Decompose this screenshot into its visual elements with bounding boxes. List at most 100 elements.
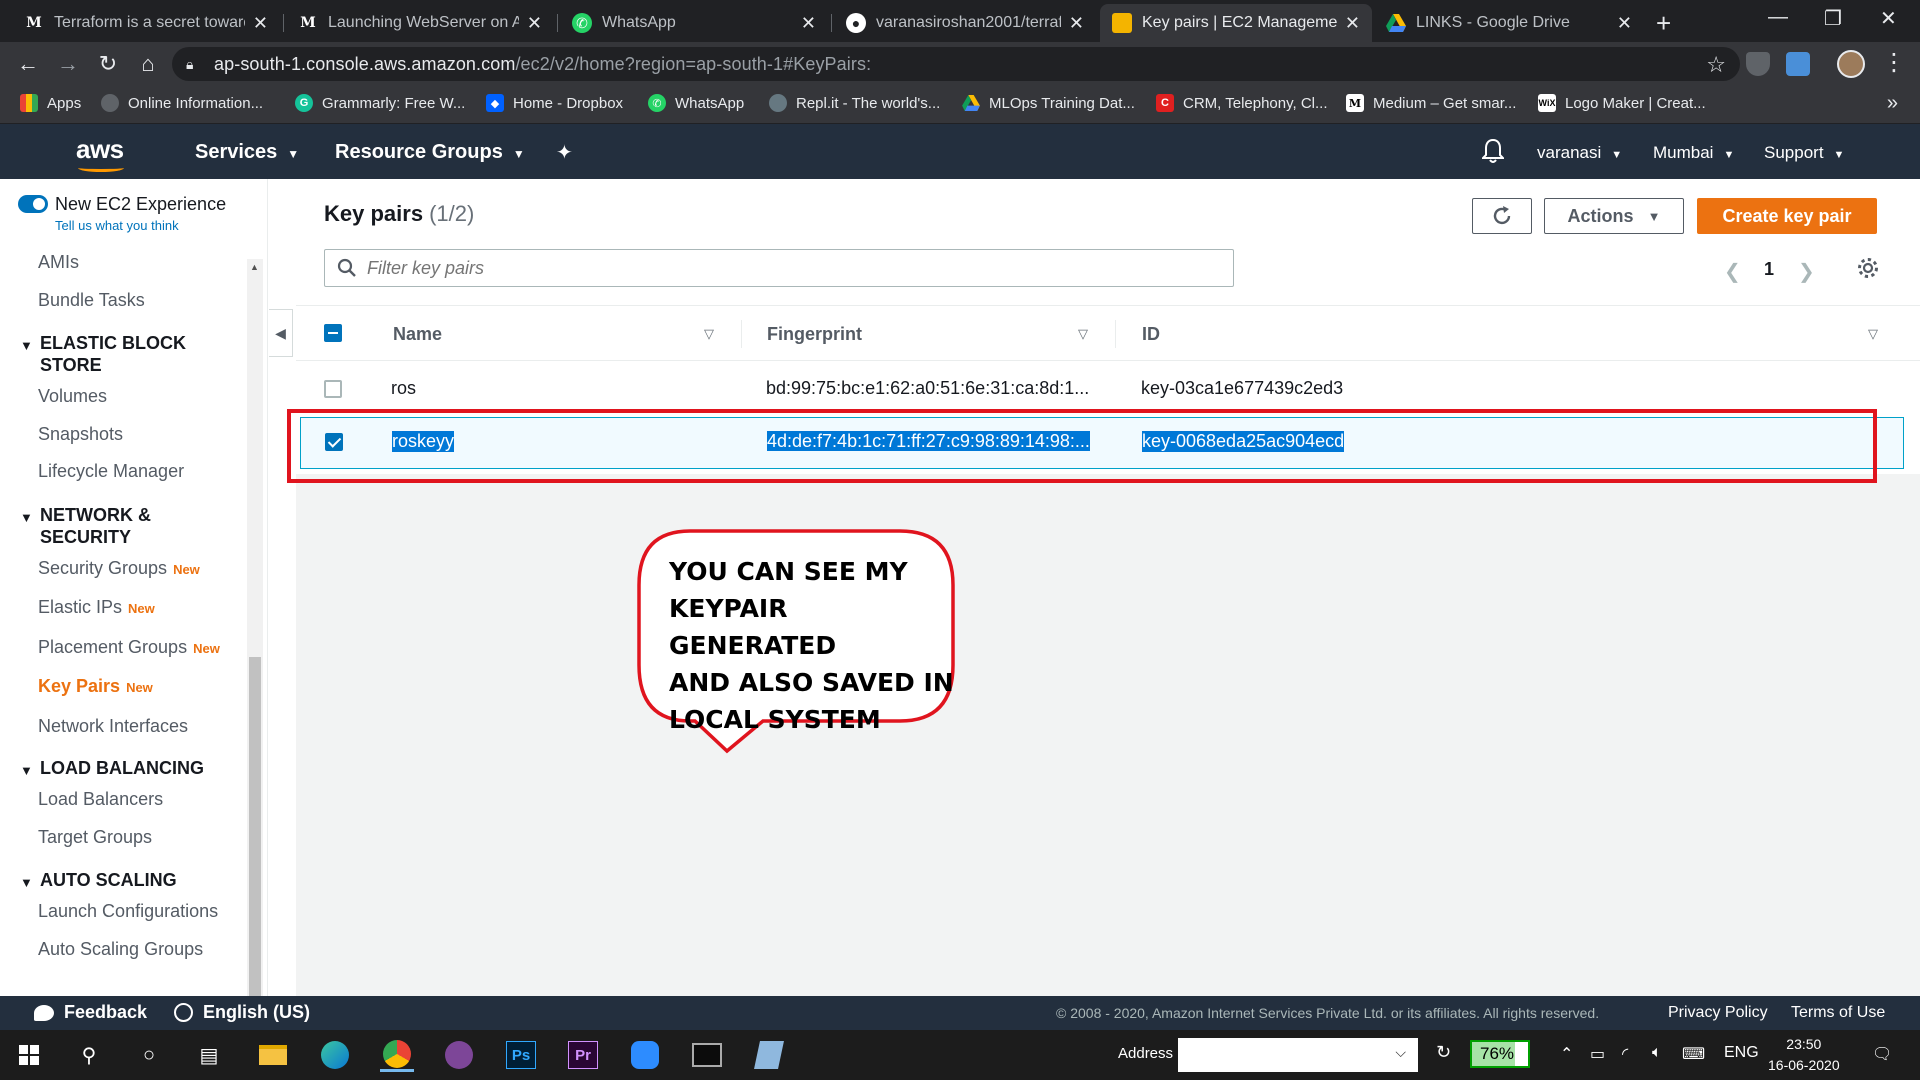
sidebar-item-network-interfaces[interactable]: Network Interfaces	[38, 716, 188, 737]
shield-extension-icon[interactable]	[1746, 52, 1770, 76]
back-icon[interactable]: ←	[14, 50, 42, 78]
bookmark-dropbox[interactable]: ◆ Home - Dropbox	[486, 94, 623, 112]
bookmark-medium[interactable]: M Medium – Get smar...	[1346, 94, 1516, 112]
sidebar-section-network-security[interactable]: ▼ NETWORK & SECURITY	[20, 504, 151, 548]
terms-of-use-link[interactable]: Terms of Use	[1791, 1004, 1885, 1022]
bookmark-whatsapp[interactable]: ✆ WhatsApp	[648, 94, 744, 112]
scroll-up-icon[interactable]: ▲	[250, 262, 259, 272]
reload-icon[interactable]: ↻	[94, 50, 122, 78]
sort-icon[interactable]: ▽	[704, 326, 714, 342]
volume-icon[interactable]: 🔈︎	[1652, 1044, 1662, 1062]
sort-icon[interactable]: ▽	[1078, 326, 1088, 342]
prev-page-icon[interactable]: ❮	[1724, 259, 1741, 284]
sidebar-section-ebs[interactable]: ▼ ELASTIC BLOCK STORE	[20, 332, 186, 376]
select-all-checkbox[interactable]	[324, 324, 342, 342]
tab-whatsapp[interactable]: ✆ WhatsApp ✕	[560, 4, 828, 42]
notepad-icon[interactable]	[752, 1038, 786, 1072]
sidebar-item-security-groups[interactable]: Security Groups New	[38, 558, 200, 579]
home-icon[interactable]: ⌂	[134, 50, 162, 78]
sidebar-item-snapshots[interactable]: Snapshots	[38, 424, 123, 445]
close-tab-icon[interactable]: ✕	[801, 13, 816, 34]
close-tab-icon[interactable]: ✕	[1345, 13, 1360, 34]
bookmark-replit[interactable]: Repl.it - The world's...	[769, 94, 940, 112]
minimize-icon[interactable]: —	[1768, 6, 1788, 29]
restore-icon[interactable]: ❐	[1824, 6, 1842, 31]
aws-logo[interactable]: aws	[76, 134, 124, 172]
premiere-pro-icon[interactable]: Pr	[566, 1038, 600, 1072]
forward-icon[interactable]: →	[54, 50, 82, 78]
bookmark-mlops-training[interactable]: MLOps Training Dat...	[962, 94, 1135, 112]
zoom-icon[interactable]	[628, 1038, 662, 1072]
column-header-name[interactable]: Name	[393, 324, 442, 345]
language-indicator[interactable]: ENG	[1724, 1044, 1759, 1062]
feedback-link[interactable]: Tell us what you think	[55, 218, 179, 233]
feedback-button[interactable]: Feedback	[34, 1002, 147, 1023]
sidebar-item-auto-scaling-groups[interactable]: Auto Scaling Groups	[38, 939, 203, 960]
sidebar-item-bundle-tasks[interactable]: Bundle Tasks	[38, 290, 145, 311]
support-menu[interactable]: Support ▼	[1764, 143, 1844, 163]
scrollbar-thumb[interactable]	[249, 657, 261, 1032]
close-tab-icon[interactable]: ✕	[1069, 13, 1084, 34]
task-view-icon[interactable]: ▤	[192, 1038, 226, 1072]
edge-icon[interactable]	[318, 1038, 352, 1072]
address-toolbar-input[interactable]: ⌵	[1178, 1038, 1418, 1072]
sidebar-item-target-groups[interactable]: Target Groups	[38, 827, 152, 848]
sidebar-item-launch-configurations[interactable]: Launch Configurations	[38, 901, 218, 922]
sidebar-item-volumes[interactable]: Volumes	[38, 386, 107, 407]
file-explorer-icon[interactable]	[256, 1038, 290, 1072]
filter-search-box[interactable]	[324, 249, 1234, 287]
notification-bell-icon[interactable]	[1482, 138, 1504, 164]
sidebar-scrollbar[interactable]: ▲	[247, 259, 263, 1032]
bookmark-crm-telephony[interactable]: C CRM, Telephony, Cl...	[1156, 94, 1328, 112]
windows-start-icon[interactable]	[12, 1038, 46, 1072]
sidebar-item-elastic-ips[interactable]: Elastic IPs New	[38, 597, 155, 618]
bookmark-online-information[interactable]: Online Information...	[101, 94, 263, 112]
more-bookmarks-icon[interactable]: »	[1887, 92, 1898, 115]
region-menu[interactable]: Mumbai ▼	[1653, 143, 1734, 163]
sidebar-item-amis[interactable]: AMIs	[38, 252, 79, 273]
pin-icon[interactable]: ✦	[556, 140, 573, 165]
notifications-icon[interactable]: 🗨︎	[1872, 1044, 1892, 1064]
privacy-policy-link[interactable]: Privacy Policy	[1668, 1004, 1768, 1022]
close-tab-icon[interactable]: ✕	[253, 13, 268, 34]
close-window-icon[interactable]: ✕	[1880, 6, 1897, 31]
keyboard-icon[interactable]: ⌨	[1682, 1044, 1705, 1064]
grammarly-extension-icon[interactable]	[1786, 52, 1810, 76]
column-header-id[interactable]: ID	[1142, 324, 1160, 345]
menu-kebab-icon[interactable]: ⋮	[1882, 48, 1906, 77]
column-divider[interactable]	[1115, 320, 1116, 348]
sidebar-section-auto-scaling[interactable]: ▼ AUTO SCALING	[20, 869, 177, 894]
table-row[interactable]: ros bd:99:75:bc:e1:62:a0:51:6e:31:ca:8d:…	[296, 363, 1920, 415]
bookmark-star-icon[interactable]: ☆	[1706, 52, 1726, 78]
new-experience-toggle[interactable]	[18, 195, 48, 213]
resource-groups-menu[interactable]: Resource Groups ▼	[335, 141, 525, 164]
create-key-pair-button[interactable]: Create key pair	[1697, 198, 1877, 234]
sidebar-item-load-balancers[interactable]: Load Balancers	[38, 789, 163, 810]
search-icon[interactable]: ⚲	[72, 1038, 106, 1072]
chevron-down-icon[interactable]: ⌵	[1395, 1044, 1406, 1061]
sidebar-item-lifecycle-manager[interactable]: Lifecycle Manager	[38, 461, 184, 482]
profile-avatar[interactable]	[1837, 50, 1865, 78]
bookmark-logo-maker[interactable]: WiX Logo Maker | Creat...	[1538, 94, 1706, 112]
refresh-icon[interactable]: ↻	[1436, 1042, 1451, 1063]
page-number[interactable]: 1	[1764, 259, 1774, 280]
system-clock[interactable]: 23:50 16-06-2020	[1768, 1034, 1840, 1076]
collapse-sidebar-button[interactable]: ◀	[269, 309, 293, 357]
column-header-fingerprint[interactable]: Fingerprint	[767, 324, 862, 345]
close-tab-icon[interactable]: ✕	[527, 13, 542, 34]
refresh-button[interactable]	[1472, 198, 1532, 234]
actions-button[interactable]: Actions ▼	[1544, 198, 1684, 234]
wifi-icon[interactable]: ◜	[1622, 1044, 1628, 1064]
new-tab-icon[interactable]: +	[1656, 8, 1671, 39]
terminal-icon[interactable]	[690, 1038, 724, 1072]
bookmark-grammarly[interactable]: G Grammarly: Free W...	[295, 94, 465, 112]
sidebar-item-key-pairs[interactable]: Key Pairs New	[38, 676, 153, 697]
column-divider[interactable]	[741, 320, 742, 348]
services-menu[interactable]: Services ▼	[195, 141, 299, 164]
tab-launching-webserver[interactable]: M Launching WebServer on AW ✕	[286, 4, 554, 42]
sidebar-item-placement-groups[interactable]: Placement Groups New	[38, 637, 220, 658]
sidebar-section-load-balancing[interactable]: ▼ LOAD BALANCING	[20, 757, 204, 782]
tab-terraform-secret[interactable]: M Terraform is a secret towards ✕	[12, 4, 280, 42]
tor-browser-icon[interactable]	[442, 1038, 476, 1072]
battery-icon[interactable]: ▭	[1590, 1044, 1605, 1064]
